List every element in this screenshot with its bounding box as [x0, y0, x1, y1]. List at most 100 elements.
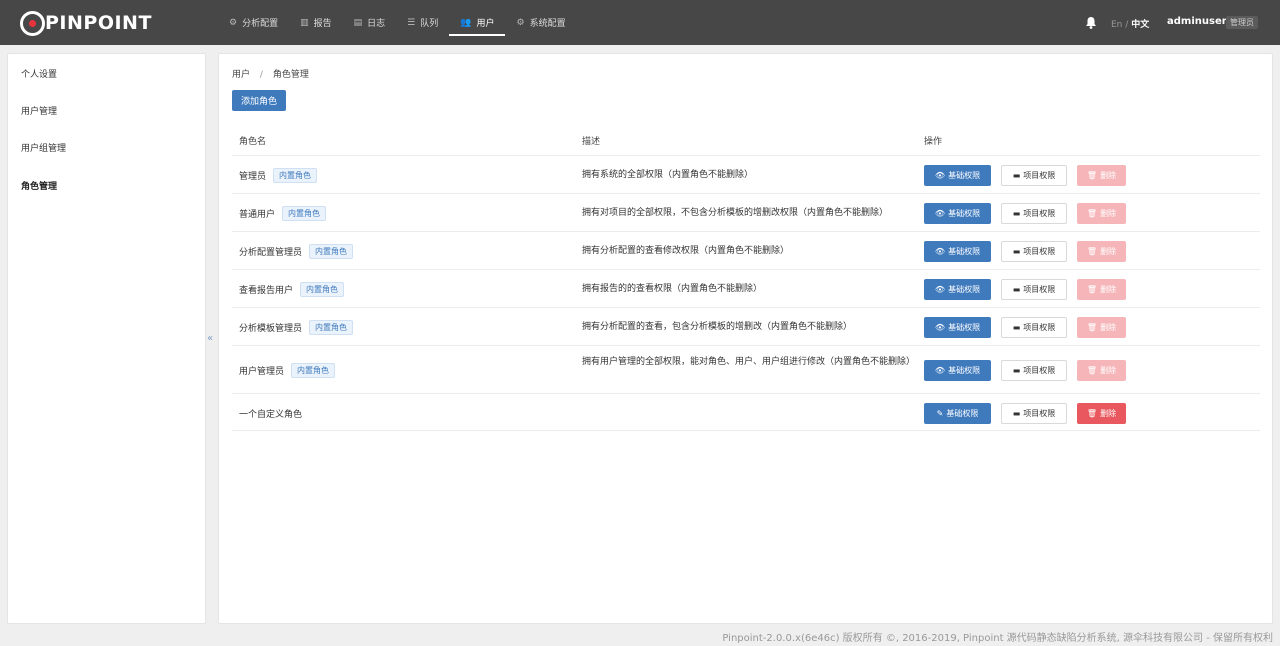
collapse-sidebar-icon[interactable]: « [207, 333, 213, 344]
nav-item-4[interactable]: 👥 用户 [449, 0, 506, 45]
nav-item-2[interactable]: ▤ 日志 [343, 0, 397, 45]
gear-icon: ⚙ [516, 17, 525, 28]
edit-basic-permissions-button[interactable]: ✎ 基础权限 [924, 402, 991, 424]
button-label: 基础权限 [948, 365, 981, 375]
button-label: 删除 [1100, 208, 1117, 218]
nav-item-1[interactable]: ▥ 报告 [289, 0, 343, 45]
delete-role-button[interactable]: 🗑 删除 [1077, 402, 1126, 424]
delete-role-button[interactable]: 🗑 删除 [1077, 240, 1126, 262]
folder-icon: ▬ [1012, 365, 1021, 375]
role-name: 管理员 [239, 171, 267, 182]
button-label: 项目权限 [1023, 322, 1056, 332]
button-label: 删除 [1100, 246, 1117, 256]
sidebar-item-0[interactable]: 个人设置 [21, 67, 57, 80]
gear-icon: ⚙ [229, 17, 238, 28]
button-label: 基础权限 [946, 408, 979, 418]
nav-item-0[interactable]: ⚙ 分析配置 [218, 0, 289, 45]
role-name: 分析模板管理员 [239, 323, 303, 334]
button-label: 基础权限 [948, 284, 981, 294]
role-description: 拥有系统的全部权限（内置角色不能删除） [582, 169, 754, 180]
delete-role-button[interactable]: 🗑 删除 [1077, 164, 1126, 186]
bar-chart-icon: ▥ [300, 17, 309, 28]
delete-role-button[interactable]: 🗑 删除 [1077, 202, 1126, 224]
bell-icon[interactable] [1085, 16, 1097, 29]
footer-copyright: Pinpoint-2.0.0.x(6e46c) 版权所有 ©, 2016-201… [722, 633, 1273, 644]
sidebar-item-1[interactable]: 用户管理 [21, 104, 57, 117]
list-icon: ☰ [407, 17, 416, 28]
role-name: 普通用户 [239, 209, 276, 220]
breadcrumb-separator: / [259, 70, 263, 80]
view-basic-permissions-button[interactable]: 👁 基础权限 [924, 164, 991, 186]
button-label: 项目权限 [1023, 170, 1056, 180]
project-permissions-button[interactable]: ▬ 项目权限 [1001, 164, 1067, 186]
top-navbar: PINPOINT ⚙ 分析配置 ▥ 报告 ▤ 日志 ☰ 队列 👥 用户 ⚙ 系统配置 En / 中文 … [0, 0, 1280, 45]
lang-zh[interactable]: 中文 [1131, 20, 1149, 30]
table-row: 分析模板管理员 内置角色 拥有分析配置的查看，包含分析模板的增删改（内置角色不能删除… [232, 307, 1260, 345]
button-label: 项目权限 [1023, 408, 1056, 418]
builtin-role-tag: 内置角色 [273, 167, 318, 183]
builtin-role-tag: 内置角色 [282, 205, 327, 221]
add-role-button[interactable]: 添加角色 [232, 90, 286, 111]
table-row: 一个自定义角色 ✎ 基础权限 ▬ 项目权限 🗑 删除 [232, 393, 1260, 431]
folder-icon: ▬ [1012, 322, 1021, 332]
view-basic-permissions-button[interactable]: 👁 基础权限 [924, 359, 991, 381]
role-description: 拥有报告的的查看权限（内置角色不能删除） [582, 283, 763, 294]
button-label: 项目权限 [1023, 208, 1056, 218]
project-permissions-button[interactable]: ▬ 项目权限 [1001, 240, 1067, 262]
role-name: 分析配置管理员 [239, 247, 303, 258]
file-icon: ▤ [353, 17, 363, 28]
builtin-role-tag: 内置角色 [300, 281, 345, 297]
button-label: 项目权限 [1023, 365, 1056, 375]
view-basic-permissions-button[interactable]: 👁 基础权限 [924, 240, 991, 262]
project-permissions-button[interactable]: ▬ 项目权限 [1001, 359, 1067, 381]
nav-item-3[interactable]: ☰ 队列 [396, 0, 449, 45]
view-basic-permissions-button[interactable]: 👁 基础权限 [924, 316, 991, 338]
nav-item-5[interactable]: ⚙ 系统配置 [505, 0, 576, 45]
button-label: 删除 [1100, 365, 1117, 375]
button-label: 基础权限 [948, 170, 981, 180]
role-name: 用户管理员 [239, 366, 285, 377]
pinpoint-logo[interactable]: PINPOINT [20, 10, 152, 36]
username[interactable]: adminuser [1167, 16, 1227, 27]
role-description: 拥有分析配置的查看修改权限（内置角色不能删除） [582, 245, 790, 256]
view-basic-permissions-button[interactable]: 👁 基础权限 [924, 202, 991, 224]
trash-icon: 🗑 [1086, 246, 1098, 256]
folder-icon: ▬ [1012, 408, 1021, 418]
eye-icon: 👁 [934, 322, 946, 332]
delete-role-button[interactable]: 🗑 删除 [1077, 359, 1126, 381]
role-name-cell: 查看报告用户 内置角色 [239, 281, 345, 297]
project-permissions-button[interactable]: ▬ 项目权限 [1001, 202, 1067, 224]
trash-icon: 🗑 [1086, 284, 1098, 294]
logo-text: PINPOINT [45, 12, 152, 34]
nav-item-label: 用户 [476, 19, 495, 29]
language-switch: En / 中文 [1111, 17, 1149, 30]
view-basic-permissions-button[interactable]: 👁 基础权限 [924, 278, 991, 300]
main-panel: 用户 / 角色管理 添加角色 角色名 描述 操作 管理员 内置角色 拥有系统的全部权… [218, 53, 1273, 624]
project-permissions-button[interactable]: ▬ 项目权限 [1001, 278, 1067, 300]
delete-role-button[interactable]: 🗑 删除 [1077, 316, 1126, 338]
sidebar-item-2[interactable]: 用户组管理 [21, 141, 66, 154]
eye-icon: 👁 [934, 246, 946, 256]
trash-icon: 🗑 [1086, 408, 1098, 418]
sidebar-item-3[interactable]: 角色管理 [21, 179, 57, 192]
project-permissions-button[interactable]: ▬ 项目权限 [1001, 316, 1067, 338]
table-row: 管理员 内置角色 拥有系统的全部权限（内置角色不能删除） 👁 基础权限 ▬ 项目权限 🗑 删除 [232, 155, 1260, 193]
lang-en[interactable]: En [1111, 20, 1122, 30]
role-name: 查看报告用户 [239, 285, 294, 296]
lang-separator: / [1125, 20, 1129, 30]
button-label: 项目权限 [1023, 284, 1056, 294]
column-header-name: 角色名 [239, 137, 267, 147]
breadcrumb-current: 角色管理 [272, 70, 309, 80]
button-label: 基础权限 [948, 246, 981, 256]
project-permissions-button[interactable]: ▬ 项目权限 [1001, 402, 1067, 424]
users-icon: 👥 [460, 17, 472, 28]
breadcrumb: 用户 / 角色管理 [232, 67, 309, 80]
builtin-role-tag: 内置角色 [291, 362, 336, 378]
role-name: 一个自定义角色 [239, 409, 303, 420]
breadcrumb-parent[interactable]: 用户 [232, 70, 250, 80]
folder-icon: ▬ [1012, 284, 1021, 294]
role-name-cell: 一个自定义角色 [239, 405, 302, 421]
sidebar: 个人设置用户管理用户组管理角色管理 [7, 53, 206, 624]
button-label: 删除 [1100, 170, 1117, 180]
delete-role-button[interactable]: 🗑 删除 [1077, 278, 1126, 300]
